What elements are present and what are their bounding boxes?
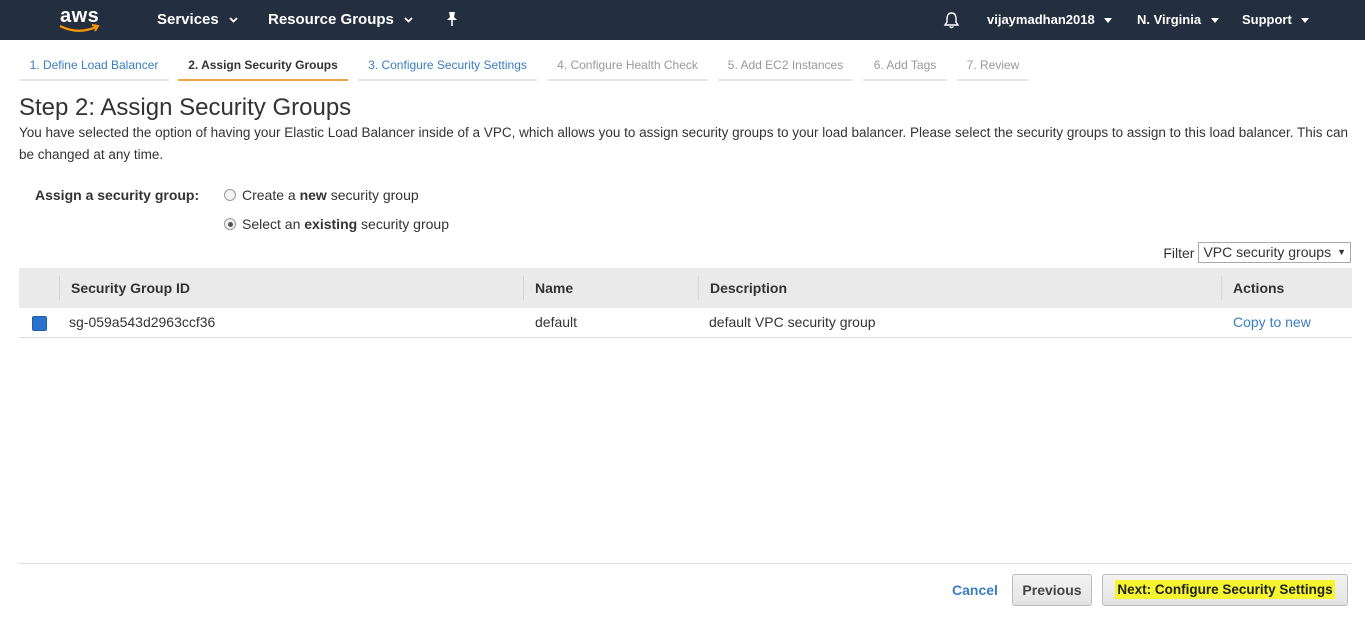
tab-assign-security-groups[interactable]: 2. Assign Security Groups <box>178 52 348 81</box>
header-description[interactable]: Description <box>698 268 1221 308</box>
resource-groups-label: Resource Groups <box>268 11 394 28</box>
chevron-down-icon <box>229 17 238 23</box>
table-header-row: Security Group ID Name Description Actio… <box>19 268 1352 308</box>
chevron-down-icon <box>404 17 413 23</box>
footer-divider <box>19 563 1352 564</box>
radio-button-selected[interactable] <box>224 218 236 230</box>
row-select-cell <box>19 308 59 337</box>
row-checkbox[interactable] <box>32 315 47 331</box>
radio-label-post: security group <box>326 187 419 203</box>
user-label: vijaymadhan2018 <box>987 12 1095 27</box>
bell-icon <box>943 12 960 29</box>
pin-button[interactable] <box>445 11 459 29</box>
filter-select-value: VPC security groups <box>1203 244 1332 260</box>
tab-define-load-balancer[interactable]: 1. Define Load Balancer <box>19 52 169 81</box>
header-name[interactable]: Name <box>523 268 698 308</box>
header-security-group-id[interactable]: Security Group ID <box>59 268 523 308</box>
tab-add-ec2-instances: 5. Add EC2 Instances <box>718 52 853 81</box>
region-label: N. Virginia <box>1137 12 1202 27</box>
cell-description: default VPC security group <box>709 314 876 331</box>
caret-down-icon <box>1301 18 1310 24</box>
filter-control: Filter VPC security groups ▼ <box>1163 242 1351 263</box>
tab-add-tags: 6. Add Tags <box>863 52 947 81</box>
cell-name: default <box>535 314 578 331</box>
caret-down-icon <box>1210 18 1219 24</box>
radio-label-pre: Select an <box>242 216 305 232</box>
aws-logo[interactable]: aws <box>58 4 104 36</box>
table-row[interactable]: sg-059a543d2963ccf36 default default VPC… <box>19 308 1352 337</box>
filter-label: Filter <box>1163 244 1195 261</box>
next-button-label: Next: Configure Security Settings <box>1115 580 1335 599</box>
resource-groups-menu[interactable]: Resource Groups <box>268 0 413 40</box>
top-nav-bar: aws Services Resource Groups vijaymadhan… <box>0 0 1365 40</box>
region-menu[interactable]: N. Virginia <box>1137 0 1219 40</box>
pin-icon <box>447 12 457 26</box>
radio-label-post: security group <box>357 216 449 232</box>
radio-label-existing: Select an existing security group <box>242 216 449 232</box>
copy-to-new-link[interactable]: Copy to new <box>1221 308 1352 337</box>
radio-select-existing-security-group[interactable]: Select an existing security group <box>224 216 449 232</box>
services-label: Services <box>157 11 219 28</box>
radio-label-pre: Create a <box>242 187 300 203</box>
support-label: Support <box>1242 12 1292 27</box>
radio-label-bold: new <box>299 187 327 203</box>
radio-label-bold: existing <box>304 216 358 232</box>
security-groups-table: Security Group ID Name Description Actio… <box>19 268 1352 338</box>
tab-configure-health-check: 4. Configure Health Check <box>547 52 708 81</box>
notifications-button[interactable] <box>943 11 960 29</box>
radio-label-new: Create a new security group <box>242 187 419 203</box>
user-menu[interactable]: vijaymadhan2018 <box>987 0 1113 40</box>
dropdown-arrow-icon: ▼ <box>1337 247 1346 257</box>
caret-down-icon <box>1104 18 1113 24</box>
support-menu[interactable]: Support <box>1242 0 1310 40</box>
tab-configure-security-settings[interactable]: 3. Configure Security Settings <box>358 52 537 81</box>
intro-text: You have selected the option of having y… <box>19 125 1349 162</box>
page-title: Step 2: Assign Security Groups <box>19 94 352 121</box>
cell-security-group-id: sg-059a543d2963ccf36 <box>69 314 216 331</box>
header-select <box>19 268 59 308</box>
filter-select[interactable]: VPC security groups ▼ <box>1198 242 1351 263</box>
services-menu[interactable]: Services <box>157 0 238 40</box>
next-configure-security-settings-button[interactable]: Next: Configure Security Settings <box>1102 574 1348 606</box>
previous-button[interactable]: Previous <box>1012 574 1092 606</box>
aws-smile-icon <box>59 24 100 32</box>
cancel-button[interactable]: Cancel <box>952 582 998 598</box>
header-actions: Actions <box>1221 268 1352 308</box>
radio-create-new-security-group[interactable]: Create a new security group <box>224 187 419 203</box>
radio-button[interactable] <box>224 189 236 201</box>
tab-review: 7. Review <box>957 52 1029 81</box>
assign-security-group-label: Assign a security group: <box>35 187 200 203</box>
